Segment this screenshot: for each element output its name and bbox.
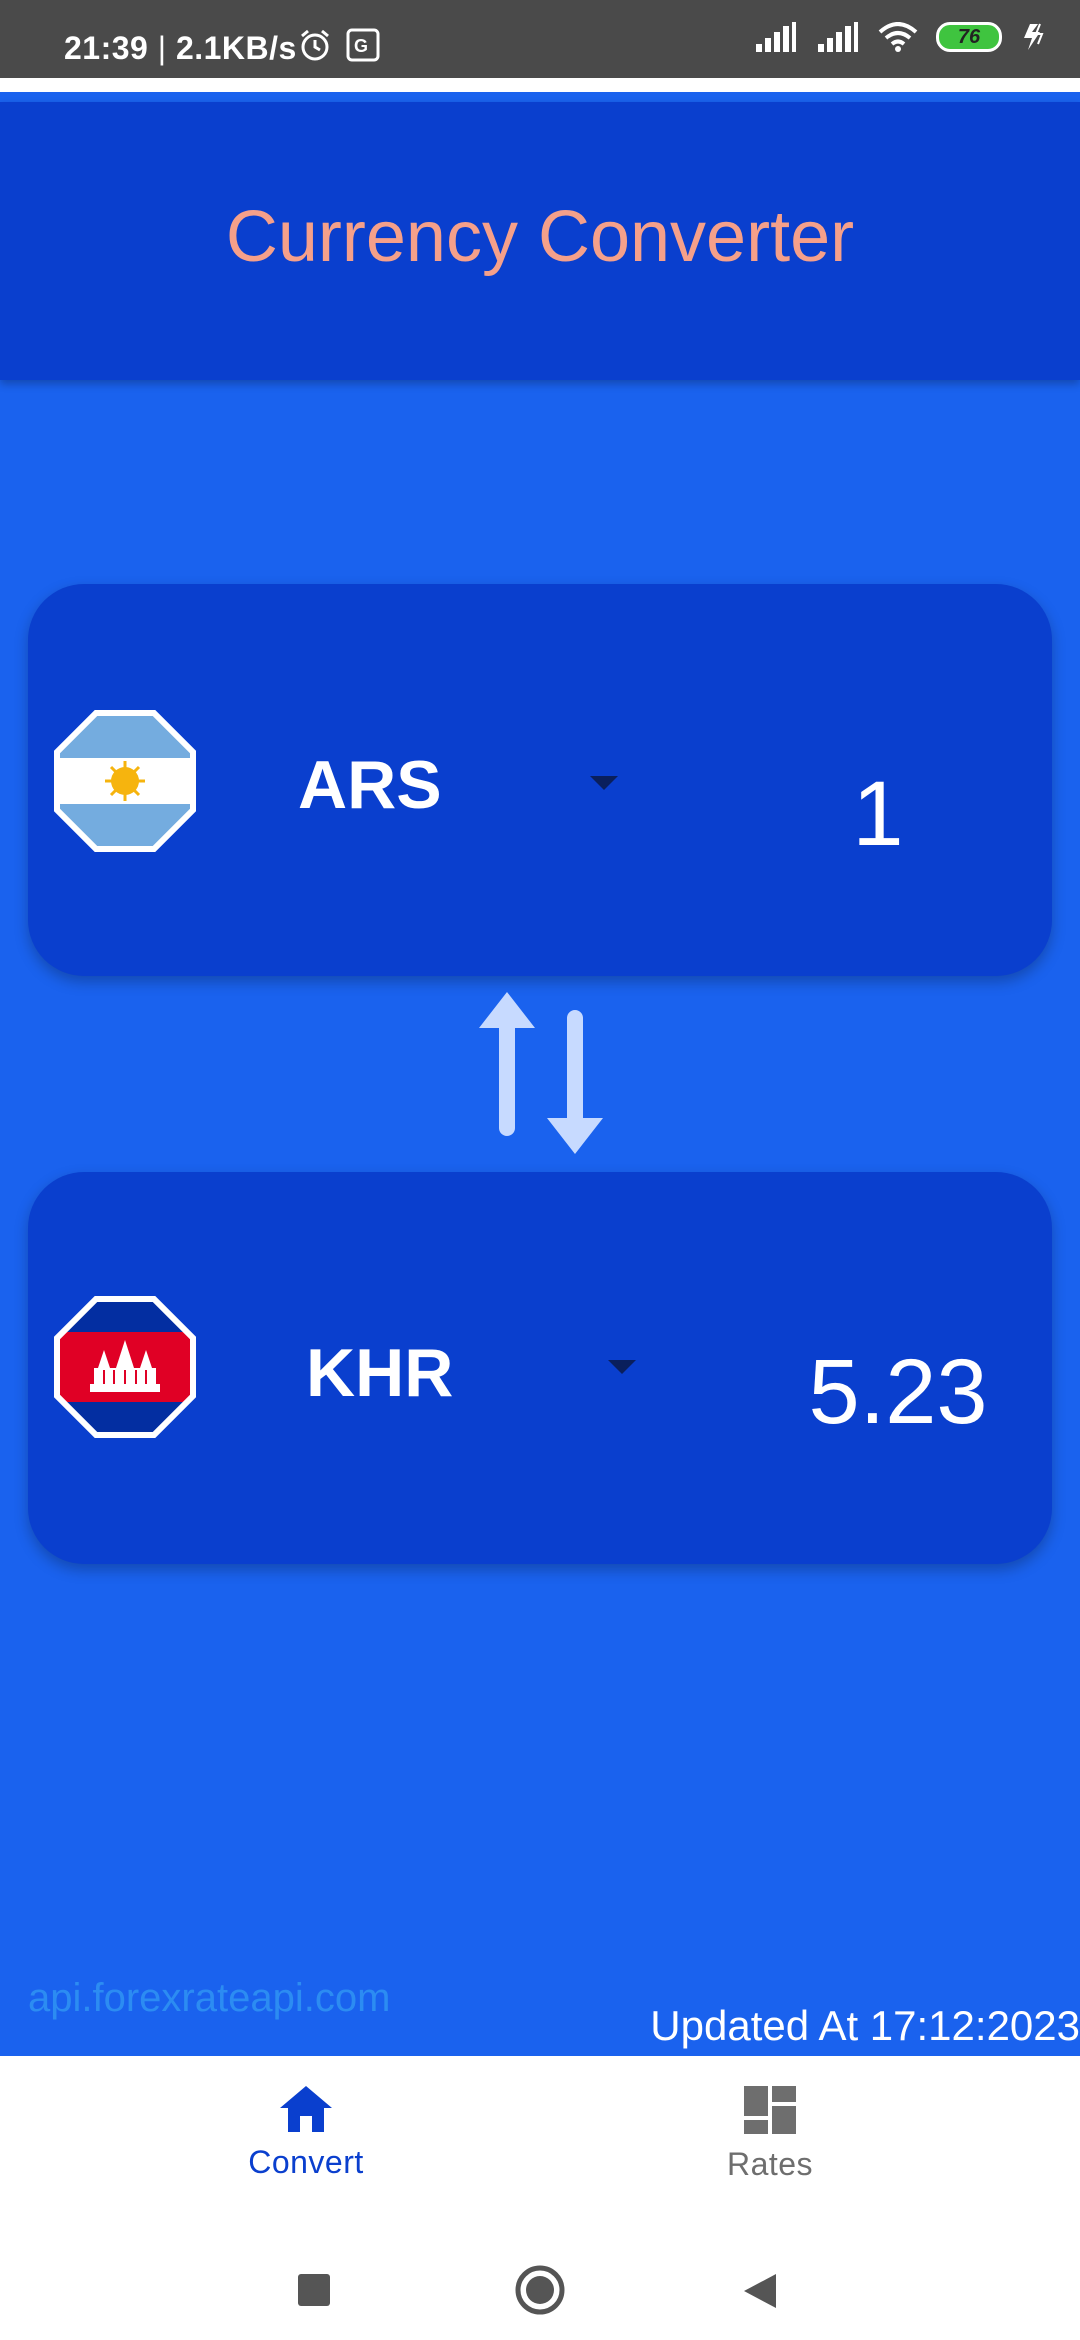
translate-icon: G <box>346 28 380 62</box>
recent-apps-icon[interactable] <box>298 2274 330 2306</box>
cambodia-flag-icon <box>54 1296 196 1438</box>
from-currency-card[interactable]: ARS 1 <box>28 584 1052 976</box>
nav-label-rates: Rates <box>726 2146 814 2182</box>
home-button-icon[interactable] <box>514 2264 566 2316</box>
home-icon <box>280 2086 332 2132</box>
status-divider <box>0 78 1080 92</box>
from-currency-code[interactable]: ARS <box>298 746 442 824</box>
app-bar: Currency Converter <box>0 102 1080 380</box>
app-title: Currency Converter <box>225 197 855 277</box>
api-source-link[interactable]: api.forexrateapi.com <box>28 1976 390 2021</box>
argentina-flag-icon <box>54 710 196 852</box>
status-right-icons: 76 <box>754 22 1050 52</box>
alarm-icon <box>301 29 329 61</box>
charging-icon <box>1024 23 1044 50</box>
to-currency-card[interactable]: KHR 5.23 <box>28 1172 1052 1564</box>
status-speed: 2.1KB/s <box>175 30 297 66</box>
signal-icon <box>756 22 796 52</box>
battery-level: 76 <box>957 25 981 48</box>
status-bar: 21:39 | 2.1KB/s G 76 <box>0 0 1080 78</box>
from-amount-input[interactable]: 1 <box>788 762 968 867</box>
bottom-navigation: Convert Rates <box>0 2056 1080 2238</box>
from-currency-dropdown-icon[interactable] <box>590 776 618 790</box>
status-left-icons: G <box>298 28 380 62</box>
status-time: 21:39 <box>64 30 149 66</box>
nav-item-convert[interactable]: Convert <box>176 2084 436 2181</box>
back-icon[interactable] <box>742 2272 778 2310</box>
status-time-speed: 21:39 | 2.1KB/s <box>64 30 297 67</box>
dashboard-icon <box>744 2086 796 2134</box>
swap-arrows-icon[interactable] <box>476 988 606 1158</box>
status-separator: | <box>157 30 176 66</box>
status-divider-blue <box>0 92 1080 102</box>
wifi-icon <box>878 22 918 52</box>
nav-item-rates[interactable]: Rates <box>640 2084 900 2183</box>
svg-text:G: G <box>354 36 368 56</box>
battery-indicator: 76 <box>936 22 1002 52</box>
system-navigation-bar <box>0 2238 1080 2340</box>
to-amount-value: 5.23 <box>808 1341 988 1443</box>
updated-timestamp: Updated At 17:12:2023 <box>650 2002 1080 2049</box>
nav-label-convert: Convert <box>248 2144 364 2180</box>
signal-icon-2 <box>818 22 858 52</box>
to-currency-dropdown-icon[interactable] <box>608 1360 636 1374</box>
to-currency-code[interactable]: KHR <box>306 1334 453 1412</box>
